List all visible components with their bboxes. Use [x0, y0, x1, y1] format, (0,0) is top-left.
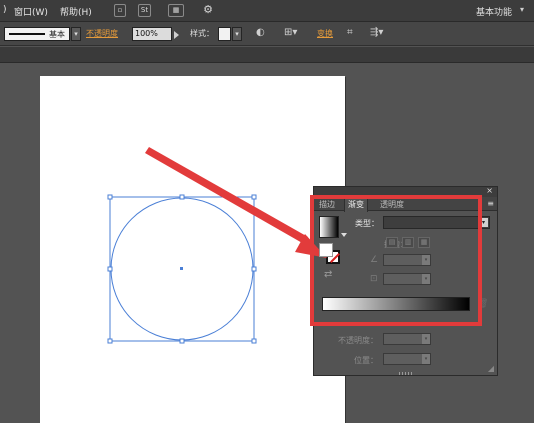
fill-swatch[interactable] — [319, 243, 333, 257]
handle-bottom-center[interactable] — [179, 338, 185, 344]
opacity-label: 不透明度： — [338, 336, 378, 345]
stop-opacity-field[interactable]: ▾ — [383, 333, 431, 345]
center-point — [180, 267, 183, 270]
handle-middle-right[interactable] — [251, 266, 257, 272]
panel-dock-grip[interactable] — [399, 372, 413, 375]
close-icon[interactable]: × — [486, 186, 493, 195]
highlight-box — [310, 195, 482, 326]
handle-top-left[interactable] — [107, 194, 113, 200]
handle-top-center[interactable] — [179, 194, 185, 200]
stop-location-field[interactable]: ▾ — [383, 353, 431, 365]
resize-grip-icon[interactable]: ◢ — [488, 364, 494, 373]
handle-middle-left[interactable] — [107, 266, 113, 272]
handle-bottom-left[interactable] — [107, 338, 113, 344]
handle-bottom-right[interactable] — [251, 338, 257, 344]
location-label: 位置： — [354, 356, 378, 365]
panel-menu-icon[interactable]: ≡ — [487, 199, 494, 208]
handle-top-right[interactable] — [251, 194, 257, 200]
